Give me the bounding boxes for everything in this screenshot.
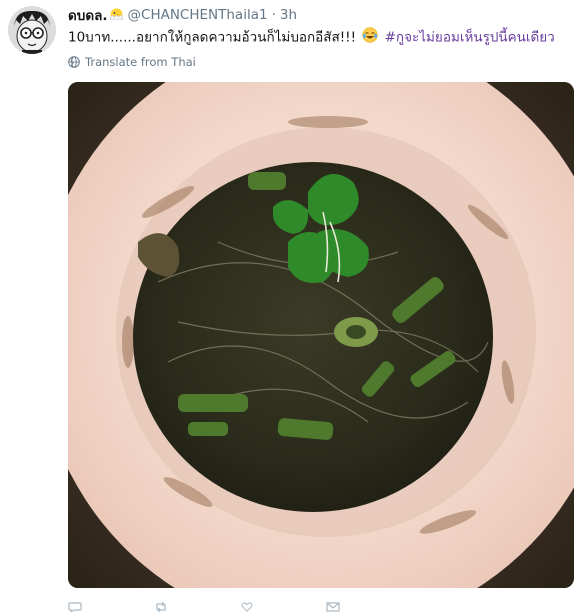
hashtag-link[interactable]: #กูจะไม่ยอมเห็นรูปนี้คนเดียว: [385, 30, 555, 46]
retweet-icon[interactable]: [154, 597, 168, 613]
globe-icon: [68, 56, 80, 68]
tears-of-joy-emoji: [362, 27, 378, 48]
user-handle[interactable]: @CHANCHENThaila1: [128, 7, 268, 23]
reply-icon[interactable]: [68, 597, 82, 614]
message-icon[interactable]: [326, 597, 340, 612]
translate-link[interactable]: Translate from Thai: [68, 55, 196, 69]
avatar-image: [8, 6, 56, 54]
tweet-actions: [68, 597, 368, 614]
display-name[interactable]: ดบดล.: [68, 4, 108, 26]
timestamp[interactable]: 3h: [280, 7, 297, 23]
translate-label: Translate from Thai: [85, 55, 196, 69]
user-avatar[interactable]: [8, 6, 56, 54]
tweet-header: ดบดล. @CHANCHENThaila1 · 3h: [68, 6, 297, 24]
noodle-soup-photo: [68, 82, 574, 588]
hatching-chick-icon: [109, 6, 124, 24]
tweet-photo[interactable]: [68, 82, 574, 588]
separator-dot: ·: [271, 7, 276, 23]
like-icon[interactable]: [240, 597, 254, 612]
tweet-text: 10บาท......อยากให้กูลดความอ้วนก็ไม่บอกอี…: [68, 27, 555, 48]
tweet-text-main: 10บาท......อยากให้กูลดความอ้วนก็ไม่บอกอี…: [68, 29, 356, 46]
